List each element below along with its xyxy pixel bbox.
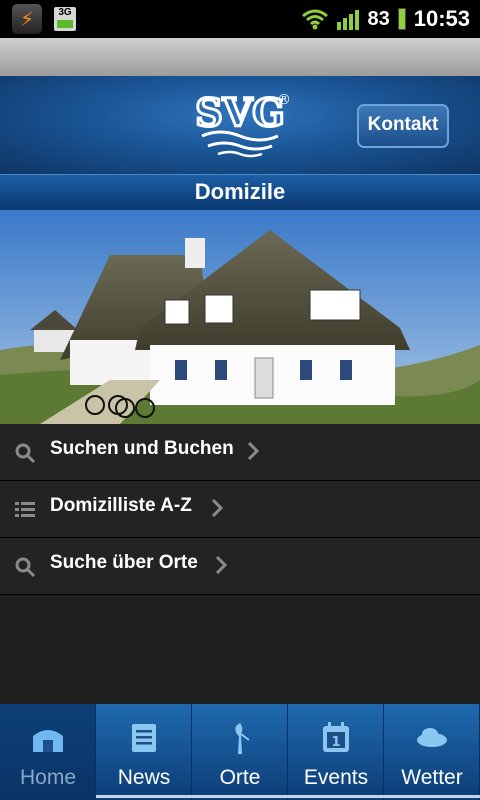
menu-item-label: Domizilliste A-Z: [50, 495, 192, 516]
page-title: Domizile: [194, 179, 286, 204]
chevron-right-icon: [247, 441, 260, 461]
menu-item-suchen-und-buchen[interactable]: Suchen und Buchen: [0, 424, 480, 481]
tab-home[interactable]: Home: [0, 704, 96, 800]
menu-item-label: Suche über Orte: [50, 552, 198, 573]
calendar-icon: 1: [323, 722, 349, 752]
tab-label: Orte: [219, 766, 261, 789]
logo: SVG ®: [194, 89, 290, 158]
news-icon: [132, 724, 156, 752]
app-header: SVG ® Kontakt: [0, 76, 480, 174]
search-icon: [15, 443, 36, 464]
wifi-icon: [302, 9, 329, 30]
place-icon: [235, 723, 250, 754]
bottom-tab-bar: Home News Orte 1 Events Wetter: [0, 704, 480, 800]
search-icon: [15, 557, 36, 578]
tab-news[interactable]: News: [96, 704, 192, 800]
menu-item-label: Suchen und Buchen: [50, 438, 234, 459]
status-bar: ⚡ 3G 83 10:53: [0, 0, 480, 38]
list-icon: [15, 502, 35, 517]
svg-text:®: ®: [277, 92, 290, 108]
contact-button[interactable]: Kontakt: [357, 104, 449, 148]
tab-events[interactable]: 1 Events: [288, 704, 384, 800]
menu-list: Suchen und Buchen Domizilliste A-Z Suche…: [0, 424, 480, 704]
battery-percent: 83: [367, 7, 390, 30]
tab-label: News: [117, 766, 171, 789]
action-bar-spacer: [0, 38, 480, 76]
svg-text:1: 1: [331, 735, 340, 750]
weather-icon: [417, 728, 447, 747]
menu-item-domizilliste[interactable]: Domizilliste A-Z: [0, 481, 480, 538]
svg-text:SVG: SVG: [195, 90, 284, 135]
menu-item-suche-ueber-orte[interactable]: Suche über Orte: [0, 538, 480, 595]
signal-strength-icon: [337, 8, 360, 30]
tab-orte[interactable]: Orte: [192, 704, 288, 800]
tab-label: Wetter: [401, 766, 463, 789]
tab-label: Events: [303, 766, 369, 789]
chevron-right-icon: [211, 498, 224, 518]
menu-empty-area: [0, 595, 480, 704]
network-label: 3G: [58, 7, 72, 18]
home-icon: [33, 730, 63, 752]
battery-icon: [397, 8, 406, 30]
chevron-right-icon: [215, 555, 228, 575]
tab-wetter[interactable]: Wetter: [384, 704, 480, 800]
network-3g-icon: 3G: [54, 7, 76, 31]
page-title-bar: Domizile: [0, 174, 480, 210]
clock: 10:53: [413, 6, 470, 31]
tab-indicator: [96, 795, 480, 798]
app-notification-icon: ⚡: [12, 4, 42, 34]
tab-label: Home: [19, 766, 77, 789]
hero-image: [0, 210, 480, 424]
